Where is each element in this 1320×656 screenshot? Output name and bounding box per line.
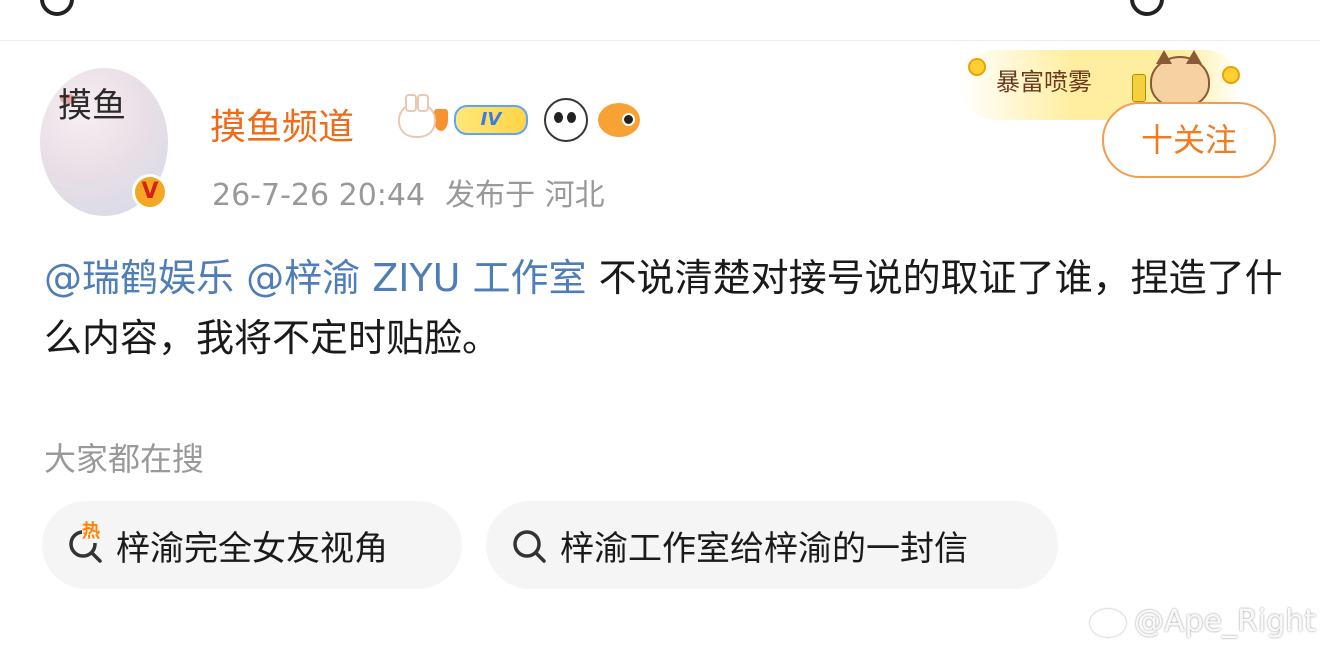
post-location: 发布于 河北 xyxy=(445,178,605,213)
author-name[interactable]: 摸鱼频道 xyxy=(210,98,354,150)
post-meta: 26-7-26 20:44 发布于 河北 xyxy=(212,170,605,214)
hot-search-icon: 热 xyxy=(66,517,106,565)
weibo-logo-icon xyxy=(1090,608,1126,637)
panda-badge-icon[interactable] xyxy=(544,98,588,142)
search-icon xyxy=(510,525,550,565)
watermark-text: @Ape_Right xyxy=(1134,604,1317,639)
coin-icon xyxy=(968,58,986,76)
fish-badge-icon[interactable] xyxy=(598,103,640,137)
verified-icon: V xyxy=(132,174,168,210)
rabbit-badge-icon[interactable] xyxy=(398,94,436,138)
trending-item[interactable]: 热 梓渝完全女友视角 xyxy=(42,501,462,589)
mention-link[interactable]: @瑞鹤娱乐 xyxy=(44,256,234,300)
spray-bottle-icon xyxy=(1132,74,1146,102)
top-bar xyxy=(0,0,1320,41)
post-body: @瑞鹤娱乐 @梓渝 ZIYU 工作室 不说清楚对接号说的取证了谁，捏造了什么内容… xyxy=(44,248,1284,368)
author-badges: IV xyxy=(398,94,640,142)
cat-icon xyxy=(1150,50,1210,108)
promo-text: 暴富喷雾 xyxy=(996,68,1092,96)
carrot-icon xyxy=(434,109,448,131)
watermark: @Ape_Right xyxy=(1090,604,1316,639)
hot-tag: 热 xyxy=(82,517,100,543)
trending-label: 大家都在搜 xyxy=(44,440,205,478)
coin-icon xyxy=(1222,66,1240,84)
avatar-text: 摸鱼 xyxy=(58,86,126,126)
post-date: 26-7-26 20:44 xyxy=(212,178,426,213)
level-badge-icon[interactable]: IV xyxy=(454,105,528,135)
avatar[interactable]: 摸鱼 V xyxy=(40,68,176,216)
trending-item[interactable]: 梓渝工作室给梓渝的一封信 xyxy=(486,501,1058,589)
back-icon[interactable] xyxy=(40,0,74,16)
search-icon[interactable] xyxy=(1130,0,1164,16)
trending-item-label: 梓渝完全女友视角 xyxy=(116,528,388,569)
follow-button[interactable]: 十关注 xyxy=(1102,102,1276,178)
mention-link[interactable]: @梓渝 ZIYU 工作室 xyxy=(246,256,586,300)
trending-item-label: 梓渝工作室给梓渝的一封信 xyxy=(560,528,968,569)
